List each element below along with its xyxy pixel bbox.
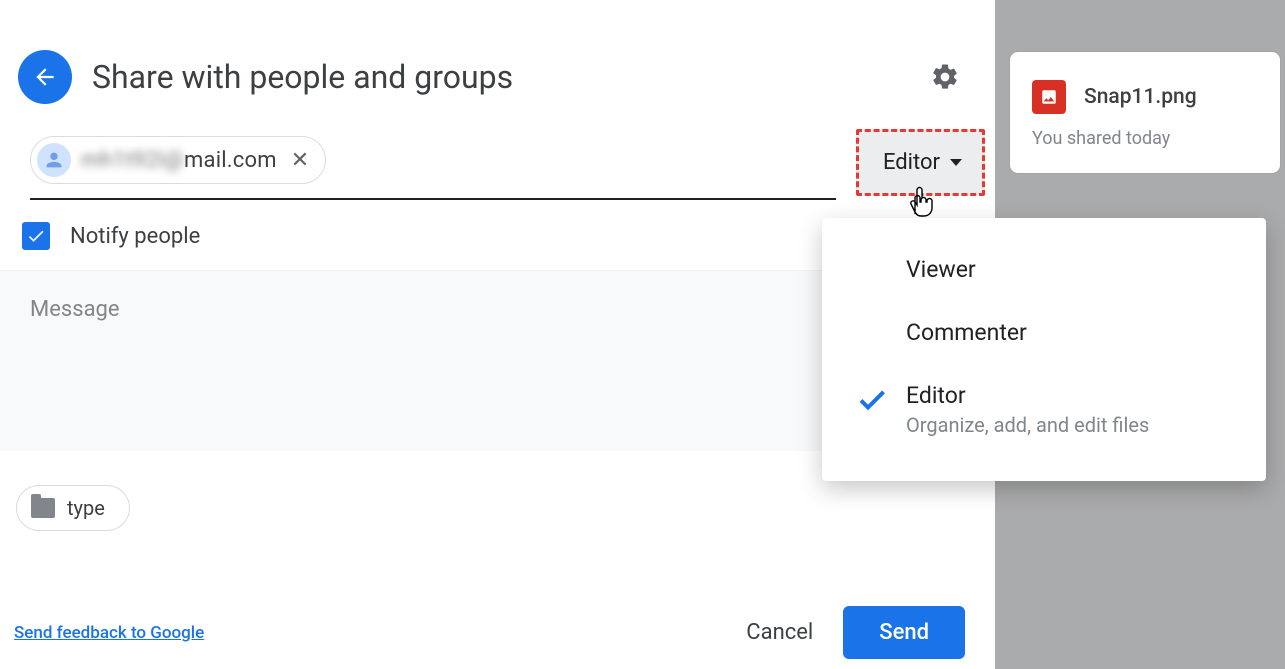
- role-selected-label: Editor: [883, 150, 940, 175]
- recipient-input-area[interactable]: mh1t92I@mail.com ✕: [30, 124, 836, 200]
- dialog-title: Share with people and groups: [92, 58, 905, 96]
- recipient-email: mh1t92I@mail.com: [81, 148, 277, 173]
- notify-label: Notify people: [70, 224, 200, 249]
- image-file-icon: [1032, 80, 1066, 114]
- role-dropdown-menu: Viewer Commenter Editor Organize, add, a…: [822, 218, 1266, 481]
- send-button[interactable]: Send: [843, 606, 965, 659]
- check-icon: [856, 384, 888, 420]
- arrow-left-icon: [32, 64, 58, 90]
- remove-recipient-button[interactable]: ✕: [287, 148, 313, 173]
- settings-button[interactable]: [925, 57, 965, 97]
- type-chip-label: type: [67, 496, 105, 520]
- back-button[interactable]: [18, 50, 72, 104]
- recipient-chip[interactable]: mh1t92I@mail.com ✕: [30, 136, 326, 184]
- feedback-link[interactable]: Send feedback to Google: [14, 623, 204, 643]
- chevron-down-icon: [950, 159, 962, 166]
- role-option-editor[interactable]: Editor Organize, add, and edit files: [822, 364, 1266, 455]
- type-chip[interactable]: type: [16, 485, 130, 531]
- side-subtitle: You shared today: [1032, 128, 1260, 149]
- dialog-footer: Send feedback to Google Cancel Send: [0, 606, 995, 659]
- cancel-button[interactable]: Cancel: [716, 606, 843, 659]
- folder-icon: [31, 498, 55, 518]
- role-dropdown-button[interactable]: Editor: [856, 129, 985, 196]
- role-option-viewer[interactable]: Viewer: [822, 238, 1266, 301]
- side-file-card: Snap11.png You shared today: [1010, 52, 1280, 173]
- dialog-header: Share with people and groups: [0, 0, 995, 124]
- check-icon: [26, 226, 46, 246]
- gear-icon: [930, 62, 960, 92]
- avatar-icon: [37, 143, 71, 177]
- side-filename: Snap11.png: [1084, 85, 1197, 109]
- recipient-row: mh1t92I@mail.com ✕ Editor: [0, 124, 995, 200]
- role-option-commenter[interactable]: Commenter: [822, 301, 1266, 364]
- notify-checkbox[interactable]: [22, 222, 50, 250]
